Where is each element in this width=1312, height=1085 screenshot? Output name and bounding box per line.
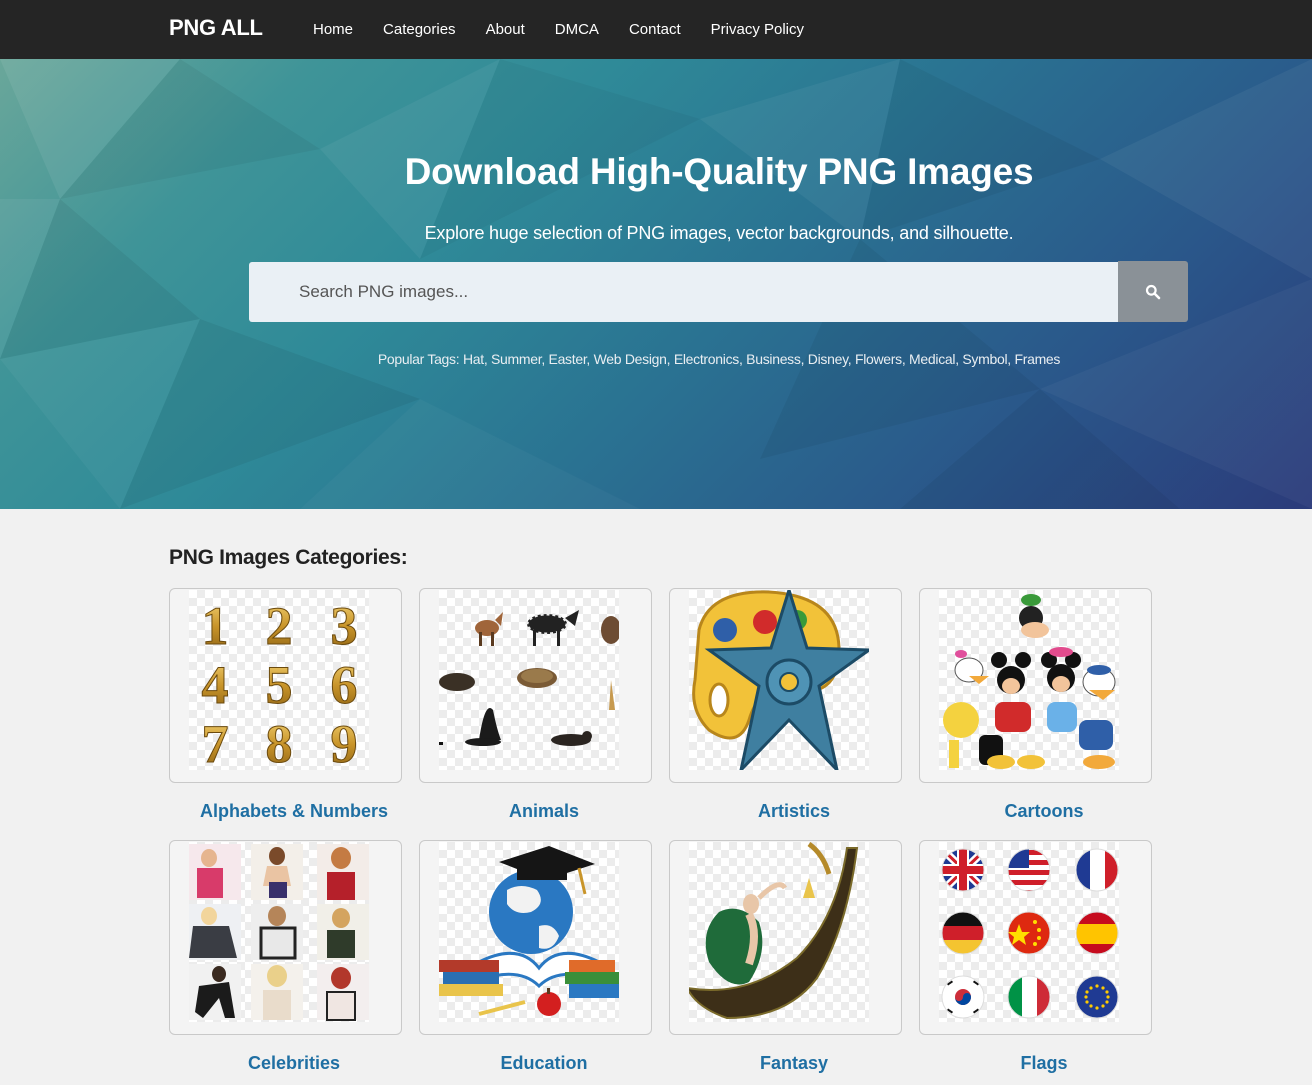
tag-link[interactable]: Summer bbox=[491, 351, 542, 367]
tag-link[interactable]: Hat bbox=[463, 351, 484, 367]
palette-star-image bbox=[692, 590, 869, 770]
hero-subtitle: Explore huge selection of PNG images, ve… bbox=[424, 223, 1014, 243]
categories-heading: PNG Images Categories: bbox=[169, 546, 408, 569]
nav-about[interactable]: About bbox=[471, 21, 540, 38]
tag-link[interactable]: Frames bbox=[1014, 351, 1060, 367]
flag-germany bbox=[942, 912, 984, 954]
fantasy-image bbox=[689, 842, 859, 1020]
tag-link[interactable]: Easter bbox=[549, 351, 587, 367]
category-thumbnail: 1 2 3 4 5 6 7 8 9 bbox=[189, 590, 369, 770]
flag-south-korea bbox=[942, 976, 984, 1018]
nav-privacy-policy[interactable]: Privacy Policy bbox=[696, 21, 819, 38]
search-input[interactable] bbox=[249, 262, 1118, 322]
category-card-flags[interactable] bbox=[919, 840, 1152, 1035]
category-label-fantasy[interactable]: Fantasy bbox=[669, 1053, 919, 1074]
nav-categories[interactable]: Categories bbox=[368, 21, 471, 38]
category-thumbnail bbox=[189, 842, 369, 1022]
tag-link[interactable]: Web Design bbox=[594, 351, 667, 367]
top-navbar: PNG ALL Home Categories About DMCA Conta… bbox=[0, 0, 1312, 59]
category-label-flags[interactable]: Flags bbox=[919, 1053, 1169, 1074]
digit: 6 bbox=[331, 655, 358, 715]
category-label-education[interactable]: Education bbox=[419, 1053, 669, 1074]
tag-link[interactable]: Electronics bbox=[674, 351, 739, 367]
search-icon bbox=[1145, 284, 1161, 299]
category-card-education[interactable] bbox=[419, 840, 652, 1035]
digit: 8 bbox=[266, 714, 293, 770]
digit: 9 bbox=[331, 714, 358, 770]
animals-image bbox=[439, 610, 619, 746]
category-thumbnail bbox=[939, 590, 1119, 770]
category-label-alphabets-numbers[interactable]: Alphabets & Numbers bbox=[169, 801, 419, 822]
tag-link[interactable]: Disney bbox=[808, 351, 848, 367]
category-thumbnail bbox=[939, 842, 1119, 1022]
site-logo[interactable]: PNG ALL bbox=[169, 15, 263, 41]
category-label-celebrities[interactable]: Celebrities bbox=[169, 1053, 419, 1074]
hero-banner: Download High-Quality PNG Images Explore… bbox=[0, 59, 1312, 509]
category-label-animals[interactable]: Animals bbox=[419, 801, 669, 822]
digit: 4 bbox=[202, 655, 229, 715]
education-image bbox=[439, 846, 619, 1016]
digit: 7 bbox=[202, 714, 229, 770]
celebrities-image bbox=[189, 844, 369, 1021]
nav-home[interactable]: Home bbox=[298, 21, 368, 38]
nav-menu: Home Categories About DMCA Contact Priva… bbox=[298, 0, 819, 59]
digit: 3 bbox=[331, 596, 358, 656]
category-card-fantasy[interactable] bbox=[669, 840, 902, 1035]
tag-link[interactable]: Medical bbox=[909, 351, 955, 367]
tag-link[interactable]: Business bbox=[746, 351, 801, 367]
hero-title: Download High-Quality PNG Images bbox=[404, 151, 1034, 192]
tag-link[interactable]: Flowers bbox=[855, 351, 902, 367]
category-card-animals[interactable] bbox=[419, 588, 652, 783]
category-label-artistics[interactable]: Artistics bbox=[669, 801, 919, 822]
category-card-artistics[interactable] bbox=[669, 588, 902, 783]
category-card-alphabets-numbers[interactable]: 1 2 3 4 5 6 7 8 9 bbox=[169, 588, 402, 783]
category-card-celebrities[interactable] bbox=[169, 840, 402, 1035]
flags-image bbox=[941, 848, 1119, 1019]
category-card-cartoons[interactable] bbox=[919, 588, 1152, 783]
flag-france bbox=[1076, 849, 1118, 891]
search-button[interactable] bbox=[1118, 261, 1188, 322]
digit: 2 bbox=[266, 596, 293, 656]
gold-numbers-image: 1 2 3 4 5 6 7 8 9 bbox=[201, 596, 358, 771]
category-thumbnail bbox=[689, 590, 869, 770]
digit: 5 bbox=[266, 655, 293, 715]
category-thumbnail bbox=[439, 842, 619, 1022]
popular-tags-label: Popular Tags: bbox=[377, 351, 460, 367]
nav-dmca[interactable]: DMCA bbox=[540, 21, 614, 38]
tag-link[interactable]: Symbol bbox=[962, 351, 1007, 367]
flag-uk bbox=[942, 849, 984, 891]
category-thumbnail bbox=[689, 842, 869, 1022]
cartoon-characters-image bbox=[943, 594, 1116, 769]
digit: 1 bbox=[202, 596, 229, 656]
popular-tags: Popular Tags: Hat, Summer, Easter, Web D… bbox=[377, 351, 1061, 367]
category-thumbnail bbox=[439, 590, 619, 770]
nav-contact[interactable]: Contact bbox=[614, 21, 696, 38]
category-label-cartoons[interactable]: Cartoons bbox=[919, 801, 1169, 822]
